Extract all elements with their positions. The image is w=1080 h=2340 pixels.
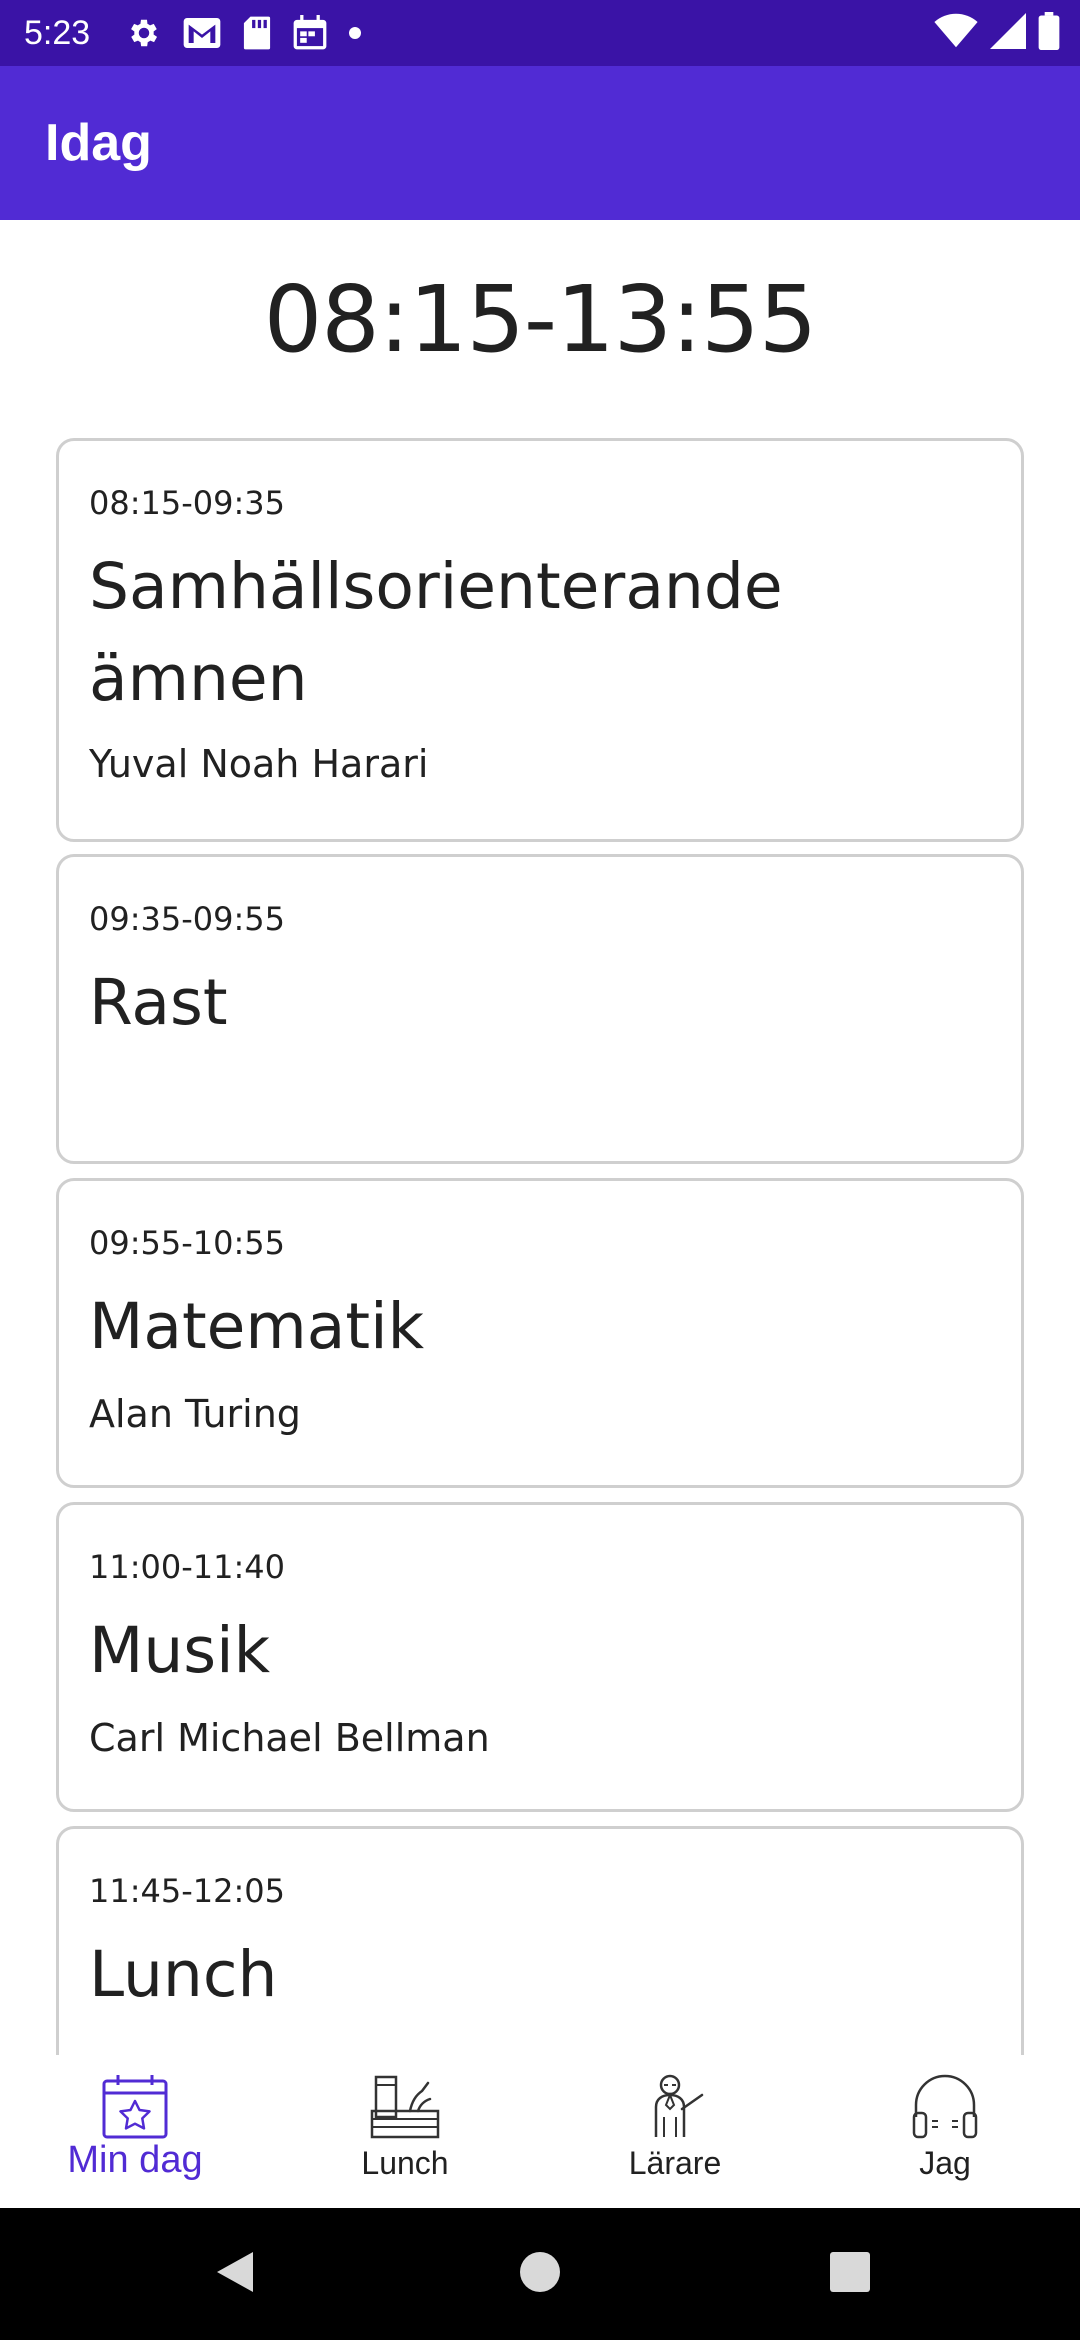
system-status-icons — [934, 12, 1060, 54]
lesson-subject: Samhällsorienterande ämnen — [89, 550, 783, 715]
recents-square-icon — [829, 2251, 871, 2297]
lesson-teacher: Carl Michael Bellman — [89, 1716, 490, 1760]
lesson-card[interactable]: 09:55-10:55 Matematik Alan Turing — [56, 1178, 1024, 1488]
home-circle-icon — [518, 2250, 562, 2298]
lesson-teacher: Alan Turing — [89, 1392, 301, 1436]
lesson-subject: Rast — [89, 966, 228, 1039]
app-bar: Idag — [0, 66, 1080, 220]
tab-larare[interactable]: Lärare — [540, 2055, 810, 2208]
back-button[interactable] — [190, 2208, 280, 2340]
notification-icons — [126, 13, 362, 53]
teacher-icon — [640, 2071, 710, 2141]
sd-card-icon — [242, 15, 272, 51]
schedule-list[interactable]: 08:15-13:55 08:15-09:35 Samhällsorienter… — [0, 220, 1080, 2055]
day-time-range: 08:15-13:55 — [263, 266, 817, 373]
battery-icon — [1038, 12, 1060, 54]
tab-jag[interactable]: Jag — [810, 2055, 1080, 2208]
lesson-subject: Musik — [89, 1614, 271, 1687]
signal-icon — [990, 13, 1026, 53]
gear-icon — [126, 15, 162, 51]
tab-label: Lunch — [361, 2145, 449, 2181]
page-title: Idag — [45, 114, 152, 172]
lesson-subject: Lunch — [89, 1938, 278, 2011]
lunch-box-icon — [370, 2071, 440, 2141]
tab-label: Lärare — [628, 2145, 722, 2181]
status-time: 5:23 — [24, 14, 91, 52]
lesson-card[interactable]: 09:35-09:55 Rast — [56, 854, 1024, 1164]
tab-label: Min dag — [67, 2139, 203, 2181]
status-bar: 5:23 — [0, 0, 1080, 66]
calendar-icon — [292, 15, 328, 51]
lesson-card[interactable]: 11:45-12:05 Lunch — [56, 1826, 1024, 2055]
system-navigation-bar — [0, 2208, 1080, 2340]
lesson-time: 11:45-12:05 — [89, 1872, 285, 1910]
headphones-icon — [910, 2071, 980, 2141]
tab-label: Jag — [919, 2145, 971, 2181]
calendar-star-icon — [100, 2071, 170, 2141]
lesson-card[interactable]: 11:00-11:40 Musik Carl Michael Bellman — [56, 1502, 1024, 1812]
lesson-time: 08:15-09:35 — [89, 484, 285, 522]
lesson-time: 09:35-09:55 — [89, 900, 285, 938]
wifi-icon — [934, 13, 978, 53]
bottom-navigation: Min dag Lunch Lärare Jag — [0, 2055, 1080, 2208]
tab-min-dag[interactable]: Min dag — [0, 2055, 270, 2208]
lesson-card[interactable]: 08:15-09:35 Samhällsorienterande ämnen Y… — [56, 438, 1024, 842]
tab-lunch[interactable]: Lunch — [270, 2055, 540, 2208]
lesson-teacher: Yuval Noah Harari — [89, 742, 429, 786]
lesson-time: 09:55-10:55 — [89, 1224, 285, 1262]
lesson-time: 11:00-11:40 — [89, 1548, 285, 1586]
home-button[interactable] — [495, 2208, 585, 2340]
lesson-subject: Matematik — [89, 1290, 425, 1363]
back-triangle-icon — [213, 2248, 257, 2300]
gmail-icon — [182, 16, 222, 50]
dot-icon — [348, 26, 362, 40]
recents-button[interactable] — [805, 2208, 895, 2340]
